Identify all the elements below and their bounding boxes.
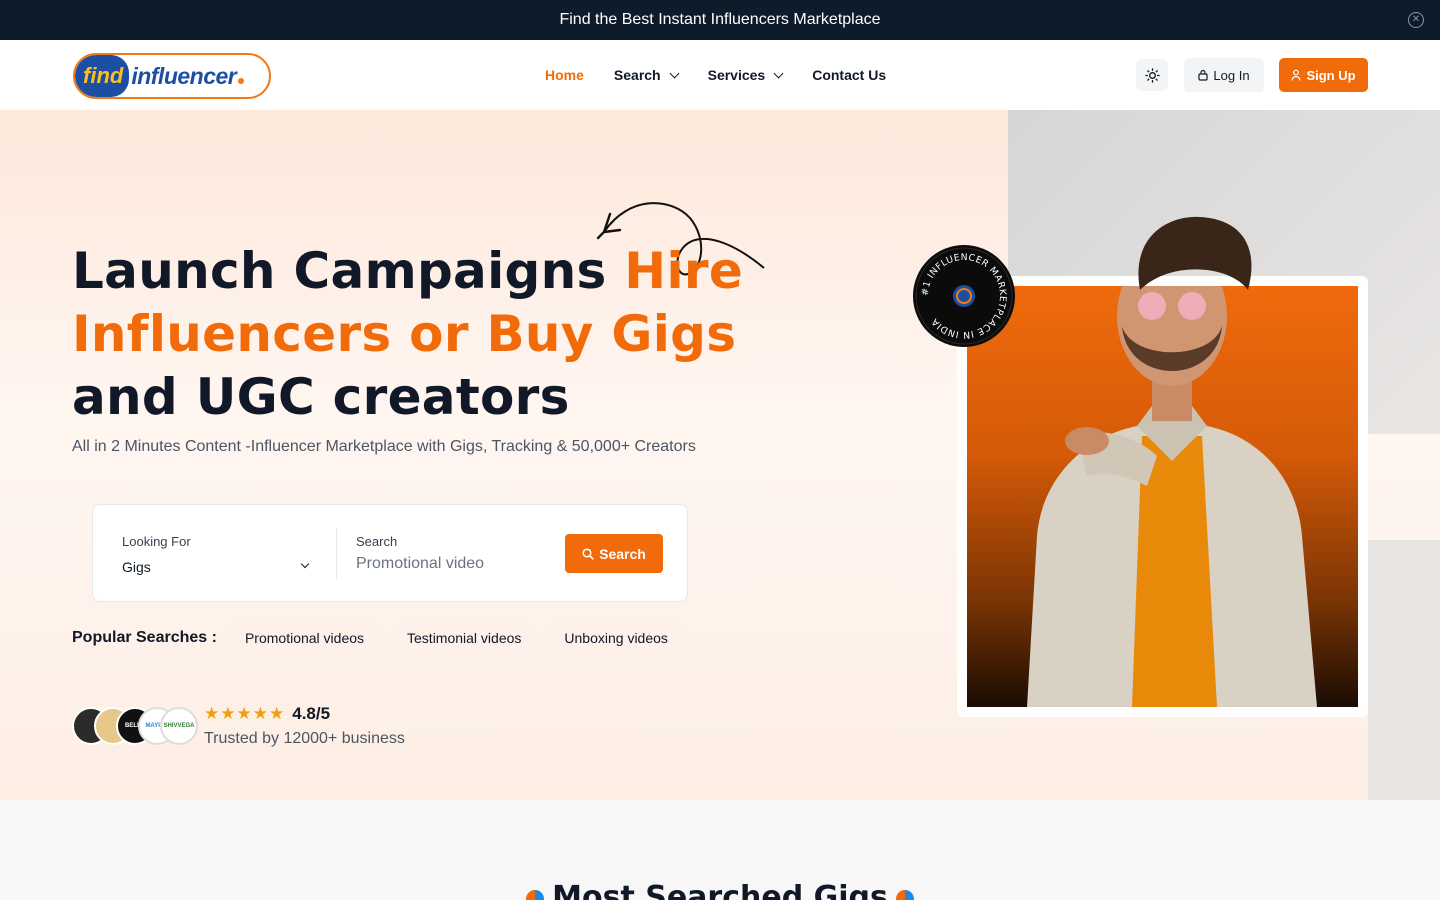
sun-icon	[1144, 67, 1160, 83]
logo[interactable]: find influencer	[73, 53, 271, 99]
nav-item-home[interactable]: Home	[545, 67, 584, 83]
popular-searches-label: Popular Searches :	[72, 629, 217, 646]
main-nav: Home Search Services Contact Us	[545, 40, 916, 110]
hero-backdrop	[1368, 540, 1440, 800]
section-title: Most Searched Gigs	[0, 880, 1440, 900]
popular-chip[interactable]: Promotional videos	[228, 622, 381, 654]
rating-value: 4.8/5	[292, 704, 331, 723]
star-icon: ★	[252, 704, 268, 723]
logo-dot	[238, 78, 245, 84]
star-icon: ★	[220, 704, 236, 723]
hero-title: Launch Campaigns Hire Influencers or Buy…	[72, 240, 772, 429]
logo-find-text: find	[75, 55, 130, 97]
star-icon: ★	[269, 704, 285, 723]
rating-block: ★ ★ ★ ★ ★ 4.8/5 Trusted by 12000+ busine…	[204, 704, 405, 748]
client-avatars: BELLA MAYURI SHIVVEGA	[72, 707, 198, 745]
chevron-down-icon	[669, 68, 680, 78]
popular-chip[interactable]: Testimonial videos	[391, 622, 538, 654]
announcement-text: Find the Best Instant Influencers Market…	[559, 11, 881, 28]
popular-chip[interactable]: Unboxing videos	[548, 622, 684, 654]
search-icon	[582, 547, 594, 560]
looking-for-label: Looking For	[122, 534, 191, 549]
section-title-text: Most Searched Gigs	[552, 880, 888, 900]
search-card: Looking For Gigs Search Search	[92, 504, 688, 602]
login-label: Log In	[1213, 67, 1250, 83]
user-icon	[1291, 69, 1302, 81]
nav-item-services[interactable]: Services	[707, 67, 784, 83]
rating-row: ★ ★ ★ ★ ★ 4.8/5	[204, 704, 405, 724]
hero-title-part1: Launch Campaigns	[72, 242, 625, 300]
nav-item-label: Search	[613, 67, 661, 83]
avatar-text: SHIVVEGA	[163, 723, 195, 729]
popular-searches: Popular Searches : Promotional videos Te…	[72, 622, 695, 654]
hero-title-part2: and UGC creators	[72, 368, 570, 426]
signup-button[interactable]: Sign Up	[1279, 58, 1368, 92]
logo-rest-text: influencer	[131, 62, 237, 89]
nav-item-search[interactable]: Search	[613, 67, 680, 83]
star-icon: ★	[236, 704, 252, 723]
looking-for-select[interactable]: Gigs	[122, 559, 151, 575]
site-header: find influencer Home Search Services Con…	[0, 40, 1440, 110]
trust-block: BELLA MAYURI SHIVVEGA ★ ★ ★ ★ ★ 4.8/5 Tr…	[72, 704, 405, 748]
signup-label: Sign Up	[1306, 67, 1356, 83]
badge-ring: #1 INFLUENCER MARKETPLACE IN INDIA	[915, 247, 1013, 345]
avatar: SHIVVEGA	[160, 707, 198, 745]
search-input[interactable]	[356, 555, 546, 573]
theme-toggle-button[interactable]	[1136, 59, 1168, 91]
close-icon[interactable]: ✕	[1408, 12, 1424, 28]
announcement-bar: Find the Best Instant Influencers Market…	[0, 0, 1440, 40]
marketplace-badge: #1 INFLUENCER MARKETPLACE IN INDIA	[913, 245, 1015, 347]
nav-item-label: Home	[545, 67, 584, 83]
search-button-label: Search	[599, 545, 646, 562]
lock-icon	[1198, 69, 1209, 81]
login-button[interactable]: Log In	[1184, 58, 1264, 92]
hero-subtitle: All in 2 Minutes Content -Influencer Mar…	[72, 438, 696, 455]
search-label: Search	[356, 534, 398, 549]
hair-shape	[1138, 216, 1252, 290]
decorative-dot-icon	[895, 889, 914, 900]
influencer-figure	[1027, 286, 1317, 707]
most-searched-gigs-section: Most Searched Gigs	[0, 800, 1440, 900]
divider	[336, 529, 337, 579]
search-button[interactable]: Search	[565, 534, 663, 573]
chevron-down-icon[interactable]	[300, 559, 310, 569]
star-icon: ★	[204, 704, 220, 723]
chevron-down-icon	[773, 68, 784, 78]
nav-item-label: Contact Us	[812, 67, 887, 83]
nav-item-contact[interactable]: Contact Us	[812, 67, 886, 83]
hero-image	[967, 286, 1358, 707]
trust-text: Trusted by 12000+ business	[204, 730, 405, 747]
decorative-dot-icon	[526, 889, 545, 900]
nav-item-label: Services	[707, 67, 766, 83]
